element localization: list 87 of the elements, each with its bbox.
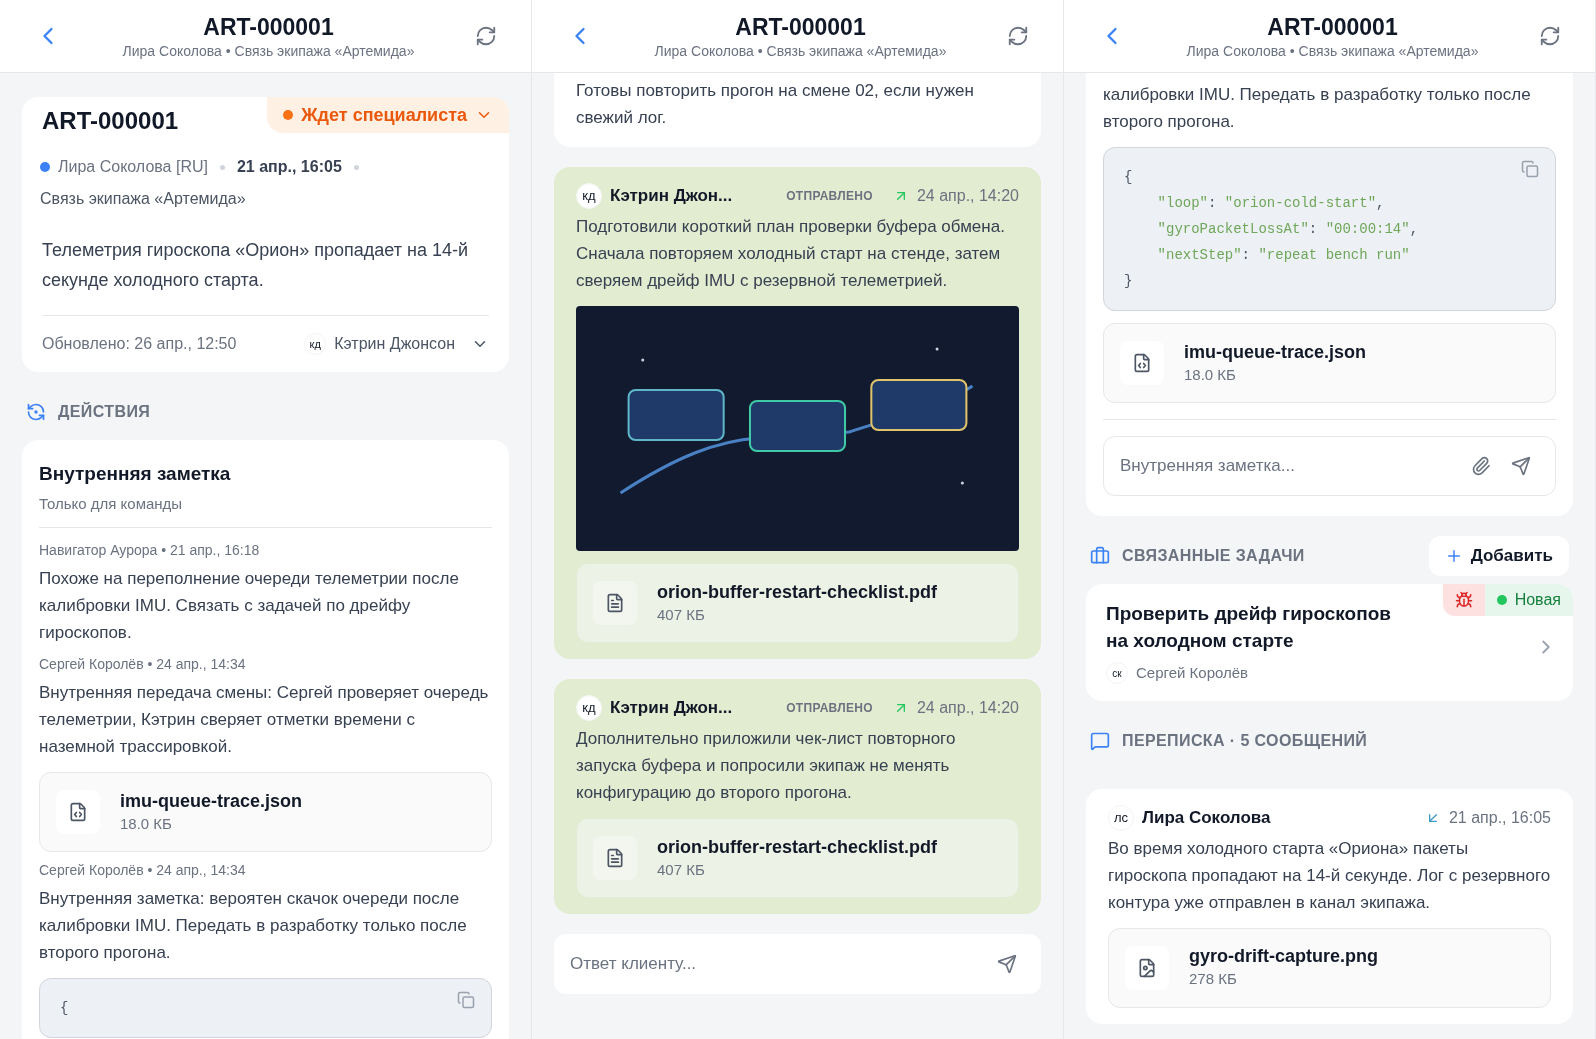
file-name: imu-queue-trace.json [120,789,303,813]
refresh-icon [1007,25,1029,47]
assignee-dropdown[interactable]: кд Кэтрин Джонсон [304,332,489,356]
section-heading: ПЕРЕПИСКА · 5 СООБЩЕНИЙ [1122,730,1368,751]
file-attachment[interactable]: gyro-drift-capture.png 278 КБ [1108,927,1551,1008]
attach-button[interactable] [1471,456,1491,476]
code-line: "loop": "orion-cold-start", [1157,194,1385,213]
card-title: Внутренняя заметка [39,462,232,486]
code-line: { [60,999,69,1018]
message-time: 21 апр., 16:05 [1448,807,1551,828]
updated-time: Обновлено: 26 апр., 12:50 [42,334,237,354]
note-text: Внутренняя заметка: вероятен скачок очереди после калибровки IMU. Передать в разработку только после второго прогона. [39,888,468,964]
file-attachment[interactable]: orion-buffer-restart-checklist.pdf 407 КБ [576,563,1019,643]
refresh-button[interactable] [1539,25,1561,47]
ticket-title: ART-000001 [735,13,866,42]
message-field[interactable]: Ответ клиенту... [554,934,1041,994]
section-heading: СВЯЗАННЫЕ ЗАДАЧИ [1122,546,1305,566]
message-text: Подготовили короткий план проверки буфера обмена. Сначала повторяем холодный старт на стенде, затем сверяем дрейф IMU с резервной телеметрией. [576,216,1006,292]
paperclip-icon [1471,456,1491,476]
copy-icon [1521,160,1539,178]
file-size: 407 КБ [657,859,706,880]
delivery-status: ОТПРАВЛЕНО [786,188,873,205]
avatar: кд [576,695,602,721]
ticket-description: Телеметрия гироскопа «Орион» пропадает на 14-й секунде холодного старта. [41,239,469,292]
status-badge: Новая [1484,584,1573,616]
file-size: 407 КБ [657,604,706,625]
ticket-heading: ART-000001 [41,106,179,136]
send-button[interactable] [997,954,1017,974]
note-meta: Навигатор Аурора • 21 апр., 16:18 [39,541,261,560]
send-icon [997,954,1017,974]
send-button[interactable] [1511,456,1531,476]
refresh-icon [1539,25,1561,47]
refresh-button[interactable] [475,25,497,47]
note-meta: Сергей Королёв • 24 апр., 14:34 [39,655,247,674]
file-size: 18.0 КБ [120,813,173,834]
ticket-title: ART-000001 [1267,13,1398,42]
assignee-name: Сергей Королёв [1136,663,1249,683]
message-time: 24 апр., 14:20 [916,186,1019,206]
send-icon [1511,456,1531,476]
file-name: imu-queue-trace.json [1184,340,1367,364]
author-name: Кэтрин Джон... [610,697,734,720]
refresh-icon [475,25,497,47]
code-line: "nextStep": "repeat bench run" [1157,246,1410,265]
file-attachment[interactable]: imu-queue-trace.json 18.0 КБ [39,772,492,852]
add-button[interactable]: Добавить [1428,536,1569,576]
task-title: Проверить дрейф гироскопов на холодном старте [1106,602,1392,653]
file-size: 278 КБ [1189,969,1238,990]
note-text: Внутренняя передача смены: Сергей проверяет очередь телеметрии, Кэтрин сверяет отметки времени с наземной трассировкой. [39,682,490,758]
message-field[interactable]: Внутренняя заметка... [1103,436,1556,496]
avatar: лс [1108,804,1134,831]
file-name: orion-buffer-restart-checklist.pdf [657,835,938,859]
channel-name: Связь экипажа «Артемида» [39,189,247,209]
ticket-subtitle: Лира Соколова • Связь экипажа «Артемида» [654,42,947,60]
refresh-button[interactable] [1007,25,1029,47]
delivery-status: ОТПРАВЛЕНО [786,700,873,717]
file-size: 18.0 КБ [1184,364,1237,385]
ticket-subtitle: Лира Соколова • Связь экипажа «Артемида» [1186,42,1479,60]
requester-name: Лира Соколова [RU] [58,157,208,177]
note-text: калибровки IMU. Передать в разработку только после второго прогона. [1103,84,1532,133]
file-attachment[interactable]: imu-queue-trace.json 18.0 КБ [1103,323,1556,403]
message-time: 24 апр., 14:20 [916,698,1019,718]
copy-icon [457,991,475,1009]
chat-icon [1090,730,1110,751]
code-line: { [1124,168,1133,187]
card-subtitle: Только для команды [39,493,184,514]
avatar: кд [576,183,602,209]
message-text: Готовы повторить прогон на смене 02, если нужен свежий лог. [576,80,975,129]
file-attachment[interactable]: orion-buffer-restart-checklist.pdf 407 КБ [576,818,1019,898]
message-text: Во время холодного старта «Ориона» пакеты гироскопа пропадают на 14-й секунде. Лог с резервного контура уже отправлен в канал экипажа. [1108,837,1551,914]
section-heading: ДЕЙСТВИЯ [58,401,151,422]
ticket-title: ART-000001 [203,13,334,42]
message-text: Дополнительно приложили чек-лист повторного запуска буфера и попросили экипаж не менять конфигурацию до второго прогона. [576,728,957,804]
ticket-subtitle: Лира Соколова • Связь экипажа «Артемида» [122,42,415,60]
refresh-dot-icon [26,402,46,422]
task-card[interactable]: Проверить дрейф гироскопов на холодном старте ск Сергей Королёв Новая [1086,584,1573,701]
author-name: Кэтрин Джон... [610,185,734,208]
input-field[interactable]: Ответ клиенту... [570,951,977,977]
briefcase-icon [1090,546,1110,566]
author-name: Лира Соколова [1142,806,1272,829]
note-meta: Сергей Королёв • 24 апр., 14:34 [39,861,247,880]
note-text: Похоже на переполнение очереди телеметрии после калибровки IMU. Связать с задачей по дрейфу гироскопов. [39,568,460,644]
created-time: 21 апр., 16:05 [236,157,342,177]
input-field[interactable]: Внутренняя заметка... [1120,453,1451,479]
file-name: gyro-drift-capture.png [1189,945,1378,969]
file-name: orion-buffer-restart-checklist.pdf [657,580,938,604]
code-line: } [1124,272,1133,291]
code-line: "gyroPacketLossAt": "00:00:14", [1157,220,1419,239]
